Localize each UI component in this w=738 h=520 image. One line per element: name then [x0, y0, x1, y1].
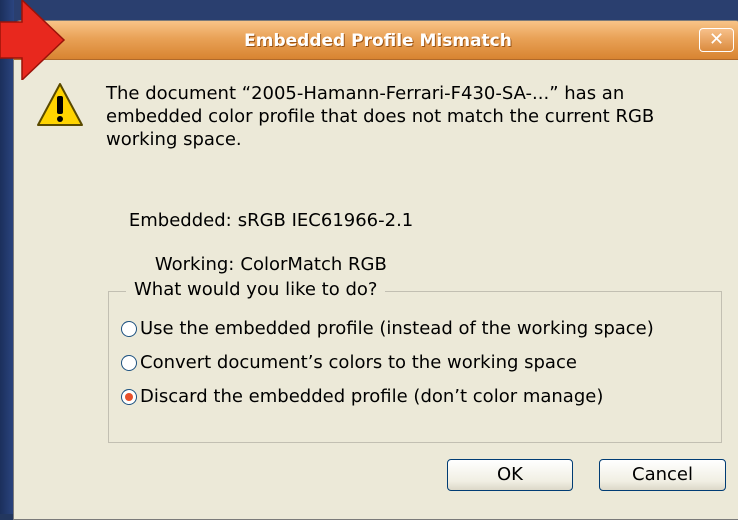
working-label: Working: — [154, 254, 235, 275]
radio-button-selected[interactable] — [121, 388, 137, 405]
mismatch-message: The document “2005-Hamann-Ferrari-F430-S… — [106, 83, 655, 150]
warning-icon — [37, 83, 83, 126]
radio-button[interactable] — [121, 354, 137, 371]
cancel-button[interactable]: Cancel — [599, 459, 726, 491]
close-button[interactable]: ✕ — [699, 28, 734, 52]
radio-label: Use the embedded profile (instead of the… — [140, 318, 654, 339]
action-group-label: What would you like to do? — [126, 279, 386, 300]
desktop-background-top — [0, 0, 738, 22]
ok-button[interactable]: OK — [447, 459, 573, 491]
radio-label: Discard the embedded profile (don’t colo… — [140, 386, 604, 407]
red-arrow-annotation-icon — [0, 0, 66, 80]
radio-discard-embedded[interactable]: Discard the embedded profile (don’t colo… — [121, 386, 603, 407]
working-value: ColorMatch RGB — [240, 254, 387, 275]
radio-selected-dot — [125, 392, 133, 401]
embedded-profile-mismatch-dialog: Embedded Profile Mismatch ✕ The document… — [13, 20, 738, 520]
radio-convert-to-working[interactable]: Convert document’s colors to the working… — [121, 352, 577, 373]
embedded-label: Embedded: — [128, 210, 232, 231]
radio-label: Convert document’s colors to the working… — [140, 352, 577, 373]
dialog-titlebar[interactable]: Embedded Profile Mismatch ✕ — [14, 21, 738, 60]
embedded-value: sRGB IEC61966-2.1 — [237, 210, 414, 231]
radio-button[interactable] — [121, 320, 137, 337]
radio-use-embedded[interactable]: Use the embedded profile (instead of the… — [121, 318, 654, 339]
dialog-title: Embedded Profile Mismatch — [244, 31, 512, 51]
